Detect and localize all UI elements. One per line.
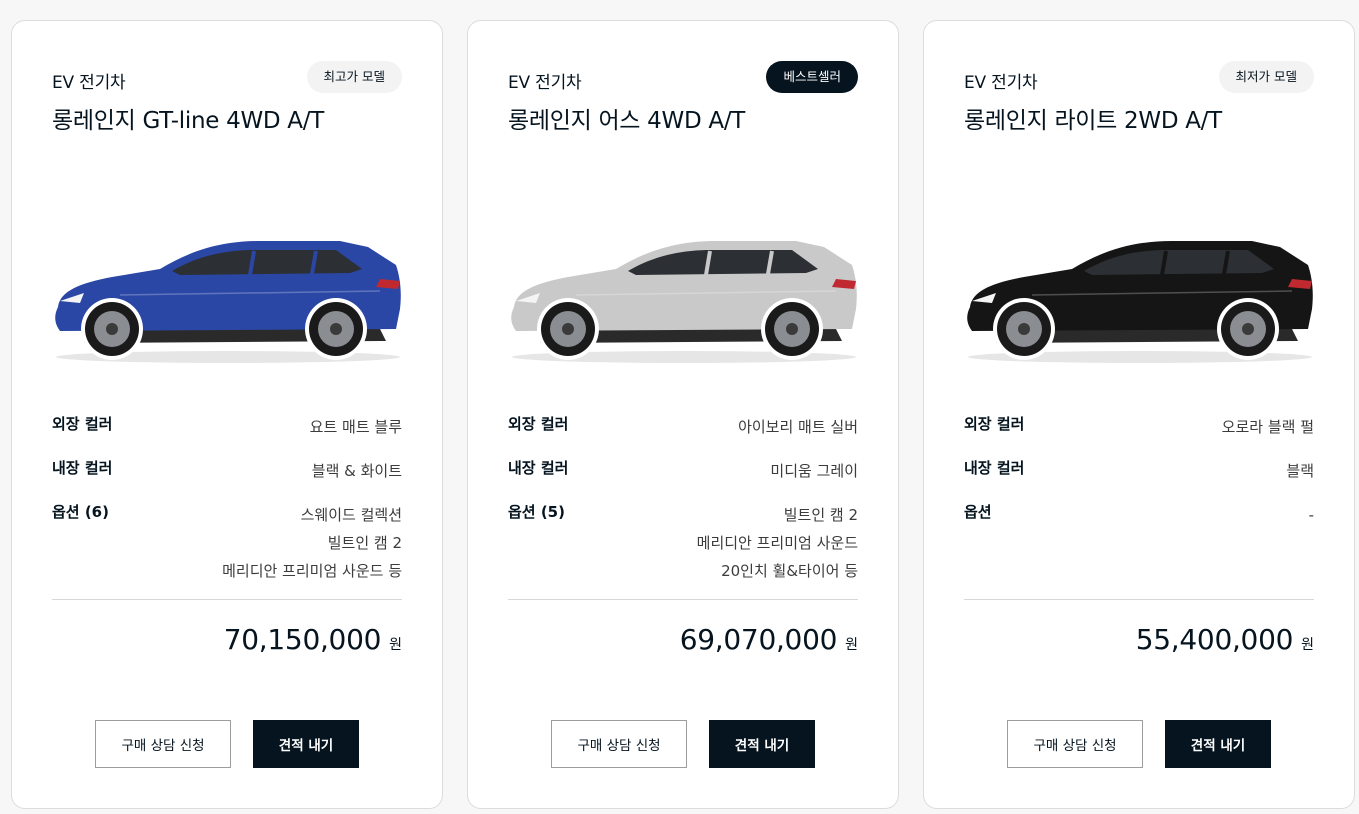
spec-row-options: 옵션 - — [964, 501, 1314, 529]
spec-label: 외장 컬러 — [52, 415, 113, 433]
model-badge: 최고가 모델 — [306, 61, 402, 93]
spec-value: 요트 매트 블루 — [310, 413, 402, 441]
vehicle-category: EV 전기차 — [964, 73, 1038, 93]
price: 70,150,000 원 — [224, 623, 402, 656]
spec-row-interior: 내장 컬러 블랙 — [964, 457, 1314, 485]
spec-row-interior: 내장 컬러 미디움 그레이 — [508, 457, 858, 485]
interior-color-value: 블랙 — [1286, 462, 1314, 480]
vehicle-category: EV 전기차 — [52, 73, 126, 93]
price-amount: 55,400,000 — [1135, 623, 1294, 656]
spec-row-options: 옵션 (6) 스웨이드 컬렉션 빌트인 캠 2 메리디안 프리미엄 사운드 등 — [52, 501, 402, 585]
spec-value: 빌트인 캠 2 메리디안 프리미엄 사운드 20인치 휠&타이어 등 — [697, 501, 858, 585]
exterior-color-value: 아이보리 매트 실버 — [738, 418, 858, 436]
purchase-consult-button[interactable]: 구매 상담 신청 — [551, 720, 687, 768]
spec-row-interior: 내장 컬러 블랙 & 화이트 — [52, 457, 402, 485]
price-unit: 원 — [389, 637, 402, 653]
spec-list: 외장 컬러 요트 매트 블루 내장 컬러 블랙 & 화이트 옵션 (6) 스웨이… — [52, 413, 402, 601]
model-name: 롱레인지 어스 4WD A/T — [508, 108, 746, 134]
car-hub — [562, 323, 574, 335]
option-item: 메리디안 프리미엄 사운드 — [696, 534, 858, 552]
spec-label: 옵션 — [964, 503, 992, 521]
spec-value: 오로라 블랙 펄 — [1222, 413, 1314, 441]
model-badge: 최저가 모델 — [1218, 61, 1314, 93]
trim-card: EV 전기차 최고가 모델 롱레인지 GT-line 4WD A/T 외장 컬러… — [11, 20, 443, 809]
purchase-consult-button[interactable]: 구매 상담 신청 — [1007, 720, 1143, 768]
purchase-consult-button[interactable]: 구매 상담 신청 — [95, 720, 231, 768]
vehicle-category: EV 전기차 — [508, 73, 582, 93]
option-item: - — [1308, 506, 1314, 524]
get-estimate-button[interactable]: 견적 내기 — [1165, 720, 1271, 768]
spec-label: 옵션 (5) — [508, 503, 565, 521]
trim-card-list: EV 전기차 최고가 모델 롱레인지 GT-line 4WD A/T 외장 컬러… — [0, 0, 1359, 814]
option-item: 빌트인 캠 2 — [327, 534, 402, 552]
car-hub — [106, 323, 118, 335]
spec-row-options: 옵션 (5) 빌트인 캠 2 메리디안 프리미엄 사운드 20인치 휠&타이어 … — [508, 501, 858, 585]
price: 69,070,000 원 — [680, 623, 858, 656]
car-hub — [1018, 323, 1030, 335]
option-item: 메리디안 프리미엄 사운드 등 — [222, 562, 402, 580]
spec-label: 내장 컬러 — [52, 459, 113, 477]
price-amount: 69,070,000 — [679, 623, 838, 656]
spec-value: 스웨이드 컬렉션 빌트인 캠 2 메리디안 프리미엄 사운드 등 — [222, 501, 402, 585]
spec-value: - — [1309, 501, 1314, 529]
get-estimate-button[interactable]: 견적 내기 — [709, 720, 815, 768]
car-hub — [1242, 323, 1254, 335]
interior-color-value: 미디움 그레이 — [770, 462, 858, 480]
spec-row-exterior: 외장 컬러 요트 매트 블루 — [52, 413, 402, 441]
car-hub — [786, 323, 798, 335]
spec-label: 외장 컬러 — [508, 415, 569, 433]
model-name: 롱레인지 GT-line 4WD A/T — [52, 108, 324, 134]
car-hub — [330, 323, 342, 335]
trim-card: EV 전기차 최저가 모델 롱레인지 라이트 2WD A/T 외장 컬러 오로라… — [923, 20, 1355, 809]
spec-row-exterior: 외장 컬러 아이보리 매트 실버 — [508, 413, 858, 441]
divider — [964, 599, 1314, 600]
car-image — [55, 241, 401, 363]
model-badge: 베스트셀러 — [766, 61, 858, 93]
car-image — [967, 241, 1313, 363]
spec-value: 미디움 그레이 — [770, 457, 858, 485]
exterior-color-value: 오로라 블랙 펄 — [1221, 418, 1314, 436]
spec-label: 외장 컬러 — [964, 415, 1025, 433]
divider — [508, 599, 858, 600]
spec-list: 외장 컬러 오로라 블랙 펄 내장 컬러 블랙 옵션 - — [964, 413, 1314, 545]
price-unit: 원 — [845, 637, 858, 653]
price-unit: 원 — [1301, 637, 1314, 653]
spec-value: 블랙 — [1286, 457, 1314, 485]
spec-value: 아이보리 매트 실버 — [738, 413, 858, 441]
trim-card: EV 전기차 베스트셀러 롱레인지 어스 4WD A/T 외장 컬러 아이보리 … — [467, 20, 899, 809]
option-item: 빌트인 캠 2 — [783, 506, 858, 524]
spec-label: 옵션 (6) — [52, 503, 109, 521]
option-item: 스웨이드 컬렉션 — [300, 506, 402, 524]
interior-color-value: 블랙 & 화이트 — [311, 462, 402, 480]
spec-label: 내장 컬러 — [964, 459, 1025, 477]
model-name: 롱레인지 라이트 2WD A/T — [964, 108, 1222, 134]
spec-list: 외장 컬러 아이보리 매트 실버 내장 컬러 미디움 그레이 옵션 (5) 빌트… — [508, 413, 858, 601]
option-item: 20인치 휠&타이어 등 — [721, 562, 858, 580]
spec-row-exterior: 외장 컬러 오로라 블랙 펄 — [964, 413, 1314, 441]
car-image — [511, 241, 857, 363]
spec-value: 블랙 & 화이트 — [312, 457, 402, 485]
spec-label: 내장 컬러 — [508, 459, 569, 477]
price: 55,400,000 원 — [1136, 623, 1314, 656]
get-estimate-button[interactable]: 견적 내기 — [253, 720, 359, 768]
price-amount: 70,150,000 — [223, 623, 382, 656]
divider — [52, 599, 402, 600]
exterior-color-value: 요트 매트 블루 — [309, 418, 402, 436]
